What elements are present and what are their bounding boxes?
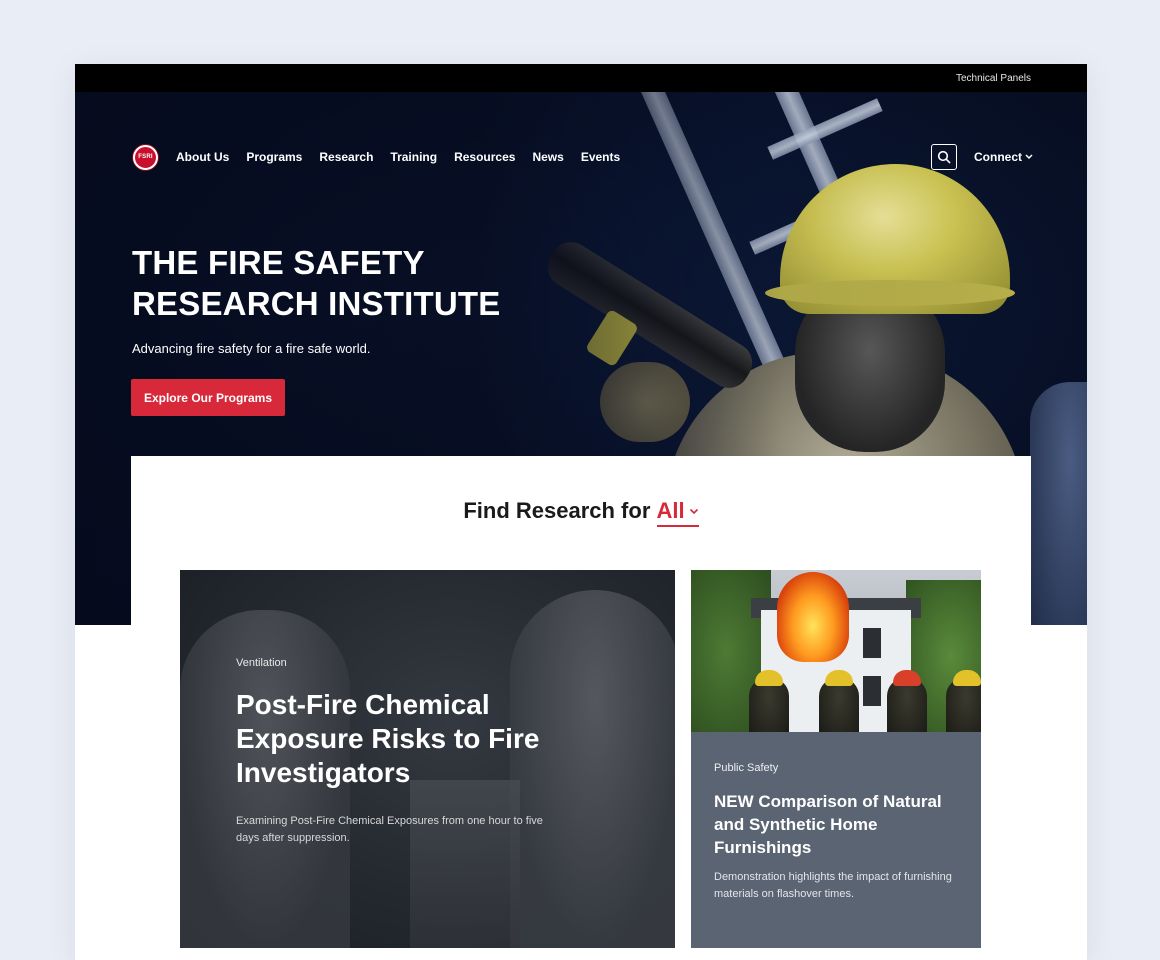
nav-item-resources[interactable]: Resources — [454, 150, 515, 164]
research-card-secondary[interactable]: Public Safety NEW Comparison of Natural … — [691, 570, 981, 948]
nav-item-programs[interactable]: Programs — [246, 150, 302, 164]
nav-item-training[interactable]: Training — [390, 150, 437, 164]
connect-dropdown[interactable]: Connect — [974, 150, 1033, 164]
nav-item-research[interactable]: Research — [319, 150, 373, 164]
card-photo-firefighter — [887, 678, 927, 732]
nav-links: About Us Programs Research Training Reso… — [176, 150, 620, 164]
card-photo-helmet — [893, 670, 921, 686]
nav-item-news[interactable]: News — [532, 150, 563, 164]
chevron-down-icon — [1025, 154, 1033, 160]
card-description: Examining Post-Fire Chemical Exposures f… — [236, 815, 543, 844]
research-card-featured[interactable]: Ventilation Post-Fire Chemical Exposure … — [180, 570, 675, 948]
card-photo-window — [863, 628, 881, 658]
explore-programs-button[interactable]: Explore Our Programs — [131, 379, 285, 416]
research-panel: Find Research for All Ventilation Post-F… — [131, 456, 1031, 960]
card-photo-helmet — [953, 670, 981, 686]
card-title: NEW Comparison of Natural and Synthetic … — [714, 792, 942, 857]
nav-actions: Connect — [931, 144, 1033, 170]
card-title: Post-Fire Chemical Exposure Risks to Fir… — [236, 689, 540, 788]
hero-subtitle: Advancing fire safety for a fire safe wo… — [132, 341, 371, 356]
fsri-logo[interactable]: FSRI — [133, 144, 158, 170]
page-frame: Technical Panels FSRI About Us Programs … — [75, 64, 1087, 960]
connect-label: Connect — [974, 150, 1022, 164]
card-category: Public Safety — [714, 762, 779, 774]
technical-panels-link[interactable]: Technical Panels — [956, 73, 1031, 84]
search-button[interactable] — [931, 144, 957, 170]
card-photo-firefighter — [749, 678, 789, 732]
audience-select-value: All — [656, 498, 685, 523]
utility-bar: Technical Panels — [75, 64, 1087, 92]
card-photo-firefighter — [819, 678, 859, 732]
search-icon — [937, 150, 951, 164]
nav-item-events[interactable]: Events — [581, 150, 620, 164]
card-photo-firefighter — [946, 678, 981, 732]
card-category: Ventilation — [236, 657, 287, 669]
card-photo-helmet — [755, 670, 783, 686]
main-nav: FSRI About Us Programs Research Training… — [133, 144, 1033, 170]
card-photo-helmet — [825, 670, 853, 686]
chevron-down-icon — [689, 508, 698, 514]
find-research-label: Find Research for — [463, 498, 651, 523]
card-photo-flames — [777, 572, 849, 662]
hero-title: THE FIRE SAFETY RESEARCH INSTITUTE — [132, 244, 501, 322]
card-photo-window — [863, 676, 881, 706]
find-research-heading: Find Research for All — [131, 498, 1031, 527]
nav-item-about-us[interactable]: About Us — [176, 150, 229, 164]
card-description: Demonstration highlights the impact of f… — [714, 871, 952, 900]
card-photo-house-fire — [691, 570, 981, 732]
audience-select[interactable]: All — [656, 498, 699, 527]
